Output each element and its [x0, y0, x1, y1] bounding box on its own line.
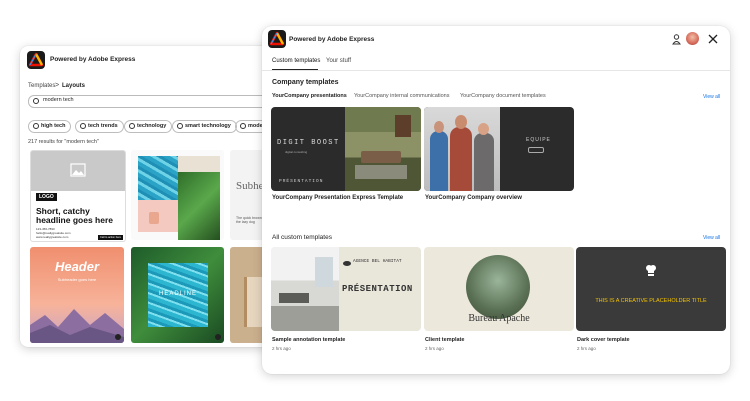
company-templates-heading: Company templates	[272, 79, 339, 86]
circle-photo	[466, 255, 530, 319]
subtab-document-templates[interactable]: YourCompany document templates	[460, 93, 546, 99]
subtab-presentations[interactable]: YourCompany presentations	[272, 93, 347, 99]
tab-custom-templates[interactable]: Custom templates	[272, 58, 320, 64]
view-all-link[interactable]: View all	[703, 235, 720, 241]
avatar[interactable]	[686, 32, 699, 45]
breadcrumb-chevron-icon: >	[55, 82, 60, 89]
card-main-title: PRÉSENTATION	[342, 284, 413, 294]
brand-title: Powered by Adobe Express	[50, 56, 136, 63]
custom-templates-window: Powered by Adobe Express Custom template…	[262, 26, 730, 374]
search-icon	[129, 123, 135, 129]
pool-photo	[138, 156, 178, 200]
template-thumb-headline[interactable]: LOGO Short, catchy headline goes here 12…	[30, 150, 126, 242]
search-icon	[33, 123, 39, 129]
search-icon	[177, 123, 183, 129]
breadcrumb-current: Layouts	[62, 83, 86, 89]
chip-tech-trends[interactable]: tech trends	[75, 120, 124, 133]
chip-smart-technology[interactable]: smart technology	[172, 120, 237, 133]
interior-photo	[345, 107, 421, 191]
template-card-label[interactable]: Sample annotation template	[272, 337, 345, 343]
subtab-internal-comms[interactable]: YourCompany internal communications	[354, 93, 450, 99]
chef-hat-icon	[646, 265, 656, 276]
team-photo	[424, 107, 500, 191]
company-card-presentation[interactable]: DIGIT BOOST digital consulting PRÉSENTAT…	[271, 107, 421, 191]
thumb-headline: Short, catchy headline goes here	[36, 206, 113, 225]
all-custom-templates-heading: All custom templates	[272, 234, 332, 241]
placeholder-image	[31, 151, 125, 191]
brand-title: Powered by Adobe Express	[289, 36, 375, 43]
adobe-express-logo	[268, 30, 286, 48]
plant-pot-icon	[149, 212, 159, 224]
breadcrumb-root[interactable]: Templates	[28, 83, 55, 89]
layouts-window: Powered by Adobe Express Templates > Lay…	[20, 46, 302, 347]
card-main-title: THIS IS A CREATIVE PLACEHOLDER TITLE	[595, 298, 707, 304]
chip-high-tech[interactable]: high tech	[28, 120, 72, 133]
search-icon	[33, 98, 39, 104]
card-subtitle-text: digital consulting	[285, 150, 308, 154]
thumb-headline-text: HEADLINE	[158, 291, 197, 297]
search-input[interactable]: modern tech	[28, 95, 302, 108]
adobe-express-logo	[27, 51, 45, 69]
logo-mark-icon	[343, 261, 351, 266]
tab-your-stuff[interactable]: Your stuff	[326, 58, 351, 64]
chip-technology[interactable]: technology	[124, 120, 173, 133]
contact-line: www.reallygreatsite.com	[36, 235, 69, 239]
template-card-time: 2 hrs ago	[577, 346, 596, 351]
sand-block	[178, 156, 220, 172]
premium-crown-icon	[115, 334, 121, 340]
template-card-dark-cover[interactable]: THIS IS A CREATIVE PLACEHOLDER TITLE	[576, 247, 726, 331]
company-card-overview[interactable]: EQUIPE	[424, 107, 574, 191]
office-photo	[271, 247, 339, 331]
card-small-title: AGENCE BEL HABITAT	[353, 259, 402, 264]
template-thumb-pool[interactable]	[131, 150, 224, 240]
template-thumb-headline-leaves[interactable]: HEADLINE	[131, 247, 224, 343]
slide-indicator-icon	[528, 147, 544, 153]
company-card-label[interactable]: YourCompany Company overview	[425, 195, 522, 201]
template-card-time: 2 hrs ago	[272, 346, 291, 351]
template-thumb-header[interactable]: Header Subheader goes here	[30, 247, 124, 343]
template-card-client[interactable]: Bureau Apache	[424, 247, 574, 331]
cta-box: Call to action here	[98, 235, 123, 240]
logo-box: LOGO	[36, 193, 57, 201]
close-icon[interactable]	[708, 34, 718, 44]
mountains-illustration	[30, 309, 124, 343]
template-card-label[interactable]: Client template	[425, 337, 464, 343]
card-title-text: EQUIPE	[526, 137, 551, 143]
template-card-time: 2 hrs ago	[425, 346, 444, 351]
thumb-header-sub: Subheader goes here	[57, 277, 97, 282]
thumb-subheader-title: Subhe	[236, 180, 264, 192]
card-main-title: Bureau Apache	[468, 313, 530, 324]
card-bottom-text: PRÉSENTATION	[279, 179, 324, 184]
search-value: modern tech	[43, 97, 74, 103]
view-all-link[interactable]: View all	[703, 94, 720, 100]
company-card-label[interactable]: YourCompany Presentation Express Templat…	[272, 195, 403, 201]
template-card-label[interactable]: Dark cover template	[577, 337, 630, 343]
user-icon[interactable]	[672, 34, 681, 45]
tab-divider	[262, 70, 730, 71]
premium-crown-icon	[215, 334, 221, 340]
results-count: 217 results for "modern tech"	[28, 139, 99, 145]
search-icon	[80, 123, 86, 129]
search-icon	[240, 123, 246, 129]
template-card-sample-annotation[interactable]: AGENCE BEL HABITAT PRÉSENTATION	[271, 247, 421, 331]
leaf-photo	[178, 172, 220, 240]
thumb-header-title: Header	[54, 259, 100, 274]
card-title-text: DIGIT BOOST	[277, 139, 340, 147]
image-placeholder-icon	[70, 163, 86, 177]
